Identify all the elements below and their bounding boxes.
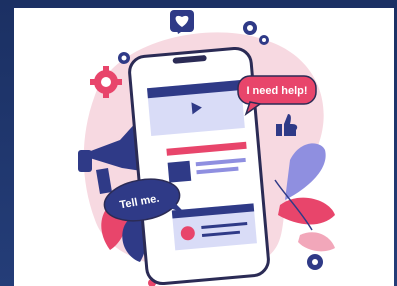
illustration: I need help! Tell me.: [78, 10, 335, 286]
help-bubble-text: I need help!: [246, 85, 307, 97]
gear-icon: [307, 254, 323, 270]
gear-icon: [118, 52, 130, 64]
content-thumb: [167, 160, 192, 183]
gear-icon: [259, 35, 269, 45]
heart-icon: [170, 10, 194, 34]
gear-icon: [243, 21, 257, 35]
